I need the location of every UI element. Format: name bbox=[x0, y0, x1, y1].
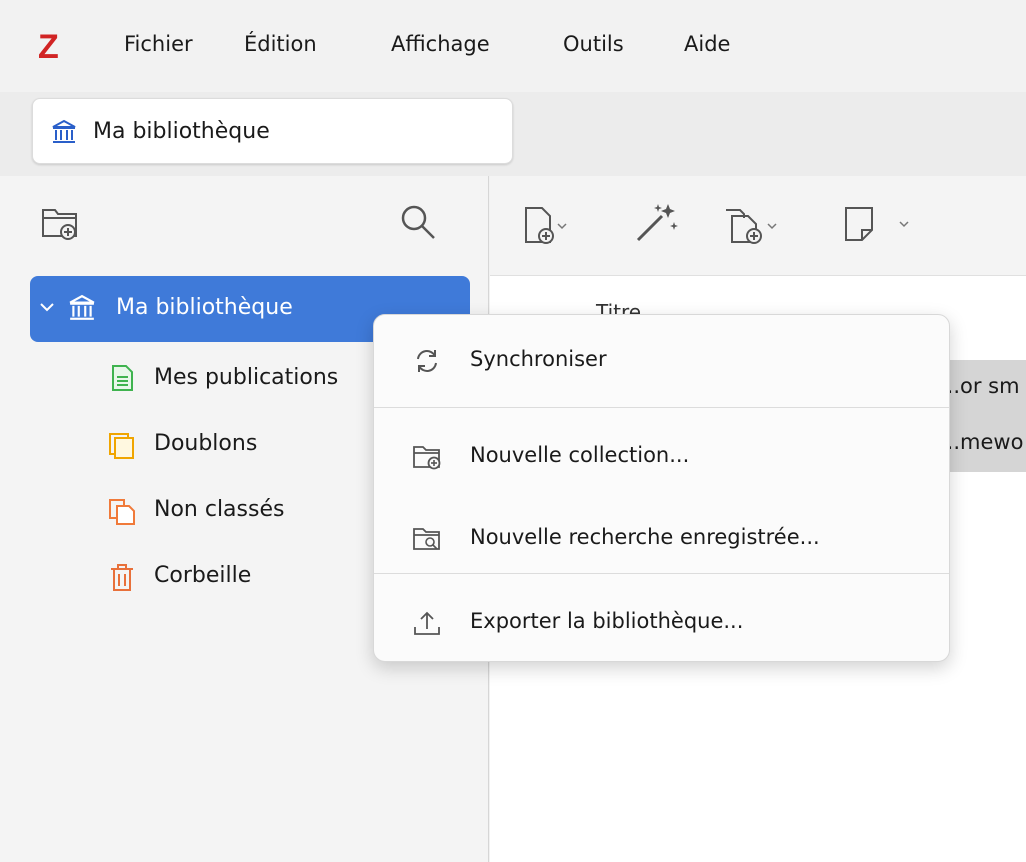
add-attachment-icon[interactable] bbox=[720, 202, 804, 248]
sync-icon bbox=[417, 350, 437, 372]
zotero-logo: Z bbox=[38, 28, 59, 66]
library-icon bbox=[69, 294, 95, 320]
search-icon[interactable] bbox=[396, 200, 440, 244]
unfiled-icon bbox=[109, 499, 135, 525]
tree-library-label: Ma bibliothèque bbox=[116, 295, 293, 320]
menu-item-new-saved-search-label: Nouvelle recherche enregistrée... bbox=[470, 525, 820, 549]
item-row-title: ...mewo bbox=[940, 430, 1024, 454]
menubar: Z Fichier Édition Affichage Outils Aide bbox=[0, 0, 1026, 92]
menu-fichier[interactable]: Fichier bbox=[124, 32, 193, 56]
chevron-down-icon[interactable] bbox=[38, 298, 56, 316]
tab-library-label: Ma bibliothèque bbox=[93, 119, 270, 144]
menu-affichage[interactable]: Affichage bbox=[391, 32, 490, 56]
tree-duplicates-label: Doublons bbox=[154, 431, 258, 456]
menu-item-new-saved-search[interactable]: Nouvelle recherche enregistrée... bbox=[374, 509, 949, 569]
menu-edition[interactable]: Édition bbox=[244, 32, 317, 56]
magic-wand-icon[interactable] bbox=[632, 200, 682, 246]
zotero-window: Z Fichier Édition Affichage Outils Aide … bbox=[0, 0, 1026, 862]
new-item-icon[interactable] bbox=[520, 204, 574, 248]
menu-item-synchronize[interactable]: Synchroniser bbox=[374, 331, 949, 391]
menu-item-new-collection-label: Nouvelle collection... bbox=[470, 443, 690, 467]
menu-aide[interactable]: Aide bbox=[684, 32, 730, 56]
context-menu: Synchroniser Nouvelle collection... Nouv… bbox=[373, 314, 950, 662]
menu-item-synchronize-label: Synchroniser bbox=[470, 347, 607, 371]
menu-item-export-library[interactable]: Exporter la bibliothèque... bbox=[374, 593, 949, 653]
new-collection-icon[interactable] bbox=[40, 204, 80, 242]
tree-my-publications-label: Mes publications bbox=[154, 365, 339, 390]
menu-outils[interactable]: Outils bbox=[563, 32, 624, 56]
tree-unfiled-label: Non classés bbox=[154, 497, 285, 522]
new-collection-icon bbox=[413, 446, 441, 470]
publications-icon bbox=[112, 365, 133, 391]
item-row-title: ...or sm bbox=[940, 374, 1020, 398]
menu-item-export-library-label: Exporter la bibliothèque... bbox=[470, 609, 744, 633]
menu-separator bbox=[374, 407, 949, 408]
trash-icon bbox=[111, 564, 133, 591]
duplicates-icon bbox=[109, 433, 134, 459]
menu-item-new-collection[interactable]: Nouvelle collection... bbox=[374, 427, 949, 487]
tree-trash-label: Corbeille bbox=[154, 563, 252, 588]
library-icon bbox=[52, 119, 76, 143]
menu-separator bbox=[374, 573, 949, 574]
export-icon bbox=[414, 611, 440, 635]
saved-search-icon bbox=[413, 528, 440, 550]
tab-library[interactable]: Ma bibliothèque bbox=[32, 98, 513, 164]
new-note-icon[interactable] bbox=[840, 202, 920, 248]
